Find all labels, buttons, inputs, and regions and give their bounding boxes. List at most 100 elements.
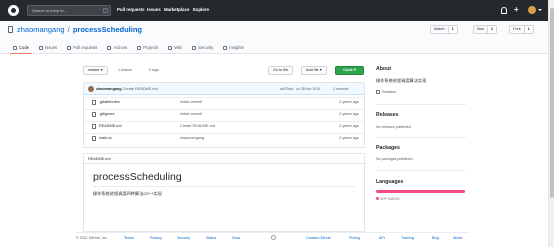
readme-link[interactable]: Readme <box>376 90 396 94</box>
user-avatar[interactable] <box>528 6 536 14</box>
footer-link-terms[interactable]: Terms <box>124 236 134 240</box>
packages-heading[interactable]: Packages <box>376 145 400 151</box>
commit-count[interactable]: 3 commits <box>333 87 348 91</box>
tab-insights-label: Insights <box>229 45 244 50</box>
language-color-dot <box>376 197 379 200</box>
language-item[interactable]: C++100.0% <box>376 197 399 201</box>
tab-issues[interactable]: Issues <box>34 43 62 54</box>
watch-count[interactable]: 1 <box>448 25 458 34</box>
book-icon <box>376 90 380 94</box>
file-age: 2 years ago <box>339 100 359 104</box>
tab-pull-requests[interactable]: Pull requests <box>62 43 102 54</box>
repo-name-link[interactable]: processScheduling <box>73 25 142 34</box>
file-row: main.cc zhaomangang 2 years ago <box>84 133 364 142</box>
footer-link-api[interactable]: API <box>379 236 385 240</box>
create-new-plus-icon[interactable]: + <box>514 5 519 14</box>
tab-actions-label: Actions <box>113 45 128 50</box>
commit-author-avatar[interactable] <box>88 86 94 92</box>
github-logo-icon[interactable] <box>8 5 19 16</box>
file-commit-message[interactable]: Initial commit <box>180 100 202 104</box>
commit-message[interactable]: Create README.md <box>123 87 158 91</box>
star-count[interactable]: 2 <box>487 25 498 34</box>
project-icon <box>137 45 142 50</box>
footer-link-training[interactable]: Training <box>401 236 414 240</box>
latest-commit-bar: zhaomangang Create README.md ab07bba on … <box>84 83 364 95</box>
footer-link-status[interactable]: Status <box>206 236 216 240</box>
tab-pull-requests-label: Pull requests <box>73 45 98 50</box>
search-shortcut-key: / <box>103 8 108 13</box>
play-icon <box>107 45 112 50</box>
nav-pull-requests[interactable]: Pull requests <box>117 7 145 12</box>
tab-actions[interactable]: Actions <box>102 43 132 54</box>
releases-heading[interactable]: Releases <box>376 112 399 118</box>
file-name[interactable]: .gitignore <box>99 112 115 116</box>
tab-insights[interactable]: Insights <box>218 43 248 54</box>
file-commit-message[interactable]: Initial commit <box>180 112 202 116</box>
file-commit-message[interactable]: Create README.md <box>180 124 215 128</box>
about-description: 操作系统进程调度算法实现 <box>376 78 427 83</box>
tab-wiki-label: Wiki <box>174 45 183 50</box>
star-button[interactable]: Star <box>473 25 488 34</box>
file-name[interactable]: main.cc <box>99 136 112 140</box>
add-file-label: Add file <box>306 68 319 72</box>
footer-link-contact[interactable]: Contact GitHub <box>306 236 331 240</box>
commit-date: on 25 Nov 2019 <box>296 86 320 91</box>
global-header: Search or jump to... / Pull requests Iss… <box>0 0 548 21</box>
add-file-button[interactable]: Add file ▾ <box>301 66 327 75</box>
sidebar-divider <box>376 104 466 105</box>
tab-code[interactable]: Code <box>8 43 34 54</box>
sidebar-divider <box>376 170 466 171</box>
repo-tabs: Code Issues Pull requests Actions Projec… <box>8 43 249 54</box>
nav-explore[interactable]: Explore <box>193 7 209 12</box>
footer-link-blog[interactable]: Blog <box>432 236 439 240</box>
go-to-file-button[interactable]: Go to file <box>268 66 294 75</box>
fork-count[interactable]: 1 <box>524 25 534 34</box>
file-row: .gitattributes Initial commit 2 years ag… <box>84 97 364 106</box>
footer-link-pricing[interactable]: Pricing <box>349 236 360 240</box>
commit-author[interactable]: zhaomangang <box>96 87 122 91</box>
notifications-bell-icon[interactable] <box>501 7 507 14</box>
code-download-button[interactable]: Code ▾ <box>335 66 364 75</box>
tab-security[interactable]: Security <box>187 43 218 54</box>
branch-select-button[interactable]: master ▾ <box>83 66 108 75</box>
footer-link-docs[interactable]: Docs <box>232 236 240 240</box>
repo-title-separator: / <box>67 25 70 34</box>
tab-security-label: Security <box>198 45 214 50</box>
footer-link-about[interactable]: About <box>453 236 462 240</box>
about-heading: About <box>376 66 391 72</box>
code-icon <box>13 45 17 50</box>
repo-title: zhaomangang / processScheduling <box>17 25 142 34</box>
file-commit-message[interactable]: zhaomangang <box>180 136 204 140</box>
issue-icon <box>39 45 44 50</box>
file-row: .gitignore Initial commit 2 years ago <box>84 109 364 118</box>
languages-heading: Languages <box>376 179 404 185</box>
avatar-dropdown-caret-icon[interactable] <box>538 9 542 11</box>
file-age: 2 years ago <box>339 136 359 140</box>
language-name: C++ <box>380 197 387 201</box>
file-name[interactable]: .gitattributes <box>99 100 120 104</box>
file-name[interactable]: README.md <box>99 124 122 128</box>
tags-link[interactable]: 0 tags <box>149 68 159 72</box>
readme-link-label: Readme <box>382 90 397 94</box>
commit-sha[interactable]: ab07bba <box>280 87 293 91</box>
page-scrollbar[interactable] <box>548 0 554 247</box>
repo-owner-link[interactable]: zhaomangang <box>17 25 65 34</box>
footer-link-privacy[interactable]: Privacy <box>150 236 162 240</box>
search-placeholder: Search or jump to... <box>32 8 67 13</box>
tab-projects[interactable]: Projects <box>132 43 163 54</box>
footer-link-security[interactable]: Security <box>177 236 190 240</box>
fork-button[interactable]: Fork <box>509 25 525 34</box>
nav-marketplace[interactable]: Marketplace <box>164 7 189 12</box>
branches-link[interactable]: 1 branch <box>118 68 132 72</box>
search-input[interactable]: Search or jump to... / <box>27 5 111 16</box>
readme-label: README.md <box>88 157 111 161</box>
tab-wiki[interactable]: Wiki <box>163 43 187 54</box>
commit-summary: zhaomangang Create README.md <box>96 87 158 91</box>
nav-issues[interactable]: Issues <box>147 7 161 12</box>
file-icon <box>92 124 96 129</box>
star-button-group: Star 2 <box>473 25 498 34</box>
watch-button[interactable]: Watch <box>430 25 449 34</box>
footer-github-logo-icon[interactable] <box>271 235 276 240</box>
watch-button-group: Watch 1 <box>430 25 458 34</box>
scrollbar-thumb[interactable] <box>550 8 554 198</box>
